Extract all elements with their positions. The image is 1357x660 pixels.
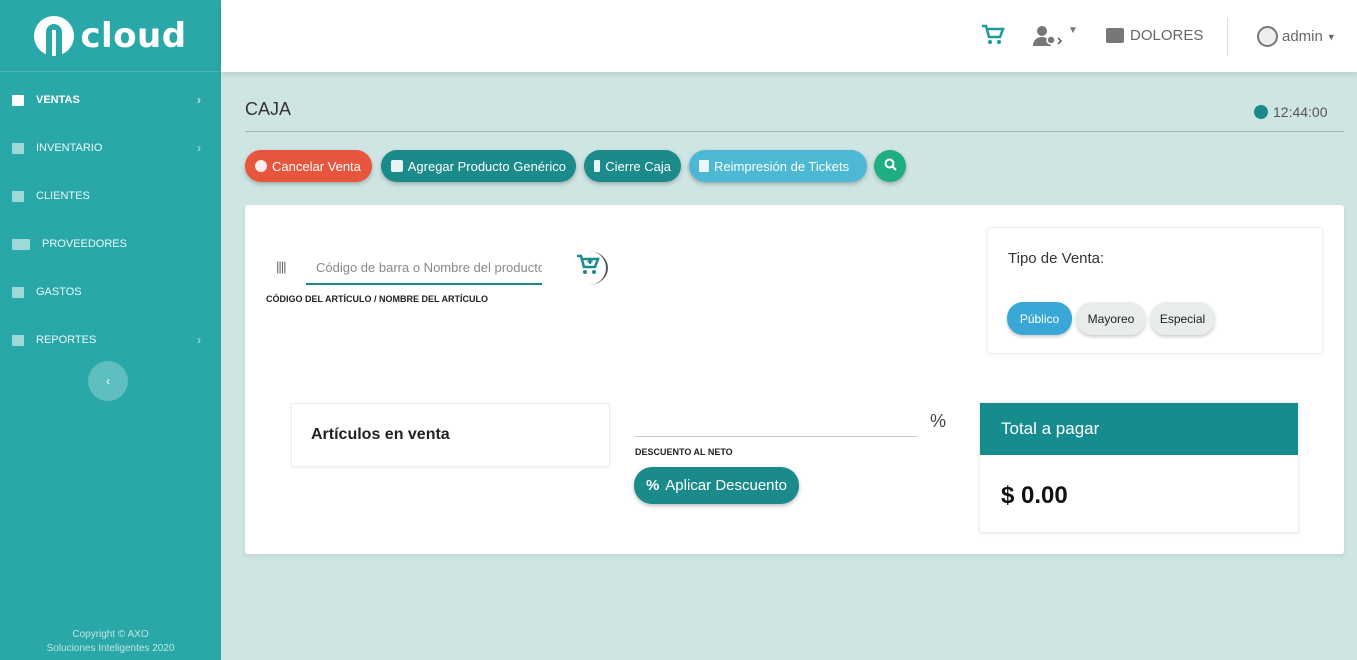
sidebar-item-inventario[interactable]: INVENTARIO › [0,124,221,172]
basket-icon [391,160,403,172]
percent-addon: % [929,410,946,431]
sidebar-item-clientes[interactable]: CLIENTES [0,172,221,220]
logo-mark-icon [34,15,75,56]
search-button[interactable] [874,150,906,182]
receipt-icon [699,160,709,172]
chevron-left-icon: ‹ [106,374,110,388]
sidebar-item-gastos[interactable]: GASTOS [0,268,221,316]
user-cog-icon [1033,26,1068,51]
avatar [1257,26,1278,47]
truck-icon [12,238,30,250]
button-label: Reimpresión de Tickets [714,158,850,174]
clock-time: 12:44:00 [1273,104,1328,120]
apply-discount-button[interactable]: % Aplicar Descuento [634,467,799,504]
store-selector[interactable]: DOLORES [1106,27,1203,44]
sidebar-nav: VENTAS › INVENTARIO › CLIENTES PROVEEDOR… [0,76,221,364]
sidebar-item-label: REPORTES [36,334,97,346]
button-label: Cierre Caja [605,158,671,174]
register-icon [594,160,601,172]
caret-down-icon: ▼ [1326,31,1336,42]
chart-icon [12,334,24,346]
chevron-right-icon: › [197,141,201,155]
user-menu[interactable]: admin ▼ [1257,26,1336,47]
discount-label: DESCUENTO AL NETO [635,447,733,457]
items-in-sale-panel: Artículos en venta [291,403,610,467]
sidebar-collapse-button[interactable]: ‹ [88,361,128,401]
sale-type-title: Tipo de Venta: [1008,250,1105,267]
cart-icon [12,94,24,106]
topbar-divider [1227,18,1228,56]
sale-type-publico[interactable]: Público [1007,302,1072,335]
sale-type-mayoreo[interactable]: Mayoreo [1076,302,1146,335]
brand-name: cloud [80,15,187,56]
sale-card: |||| CÓDIGO DEL ARTÍCULO / NOMBRE DEL AR… [245,205,1344,554]
user-settings-menu[interactable]: ▼ [1033,25,1078,52]
sidebar-item-label: GASTOS [36,286,82,298]
search-field-label: CÓDIGO DEL ARTÍCULO / NOMBRE DEL ARTÍCUL… [266,294,488,304]
cancel-sale-button[interactable]: Cancelar Venta [245,150,372,182]
user-name: admin [1282,28,1323,45]
page-title: CAJA [245,99,292,119]
clock: 12:44:00 [1254,104,1328,120]
add-generic-product-button[interactable]: Agregar Producto Genérico [381,150,576,182]
topbar: ▼ DOLORES admin ▼ [221,0,1357,72]
clock-icon [1254,105,1268,119]
sidebar-item-label: INVENTARIO [36,142,103,154]
chevron-right-icon: › [197,333,201,347]
copyright: Copyright © AXO Soluciones Inteligentes … [0,628,221,656]
button-label: Agregar Producto Genérico [407,158,566,174]
sidebar-item-ventas[interactable]: VENTAS › [0,76,221,124]
sidebar-item-proveedores[interactable]: PROVEEDORES [0,220,221,268]
barcode-icon: |||| [276,259,286,274]
chevron-right-icon: › [197,93,201,107]
brand-logo[interactable]: cloud [0,0,221,72]
caret-down-icon: ▼ [1068,25,1078,36]
add-to-cart-button[interactable] [570,251,608,285]
percent-icon: % [645,477,660,494]
divider [245,131,1344,132]
total-panel: Total a pagar $ 0.00 [979,402,1299,533]
close-register-button[interactable]: Cierre Caja [584,150,681,182]
sale-type-especial[interactable]: Especial [1150,302,1215,335]
sale-type-panel: Tipo de Venta: Público Mayoreo Especial [987,227,1323,354]
copyright-line: Copyright © AXO [72,629,149,640]
copyright-line: Soluciones Inteligentes 2020 [46,643,175,654]
store-name: DOLORES [1130,27,1204,44]
sidebar: cloud VENTAS › INVENTARIO › CLIENTES PRO… [0,0,221,660]
reprint-tickets-button[interactable]: Reimpresión de Tickets [689,150,867,182]
button-label: Aplicar Descuento [665,477,788,494]
users-icon [12,190,24,202]
button-label: Cancelar Venta [272,158,361,174]
close-circle-icon [255,160,267,172]
cart-plus-icon [576,254,600,282]
total-title: Total a pagar [980,403,1298,455]
cart-icon[interactable] [981,24,1005,46]
receipt-icon [12,286,24,298]
total-amount: $ 0.00 [1001,482,1068,509]
sidebar-item-reportes[interactable]: REPORTES › [0,316,221,364]
box-icon [12,142,24,154]
store-icon [1106,28,1124,43]
sidebar-item-label: PROVEEDORES [42,238,127,250]
items-title: Artículos en venta [311,426,450,443]
search-icon [884,158,897,174]
sidebar-item-label: CLIENTES [36,190,90,202]
discount-input[interactable] [635,405,917,437]
product-search-input[interactable] [306,251,542,285]
sidebar-item-label: VENTAS [36,94,80,106]
